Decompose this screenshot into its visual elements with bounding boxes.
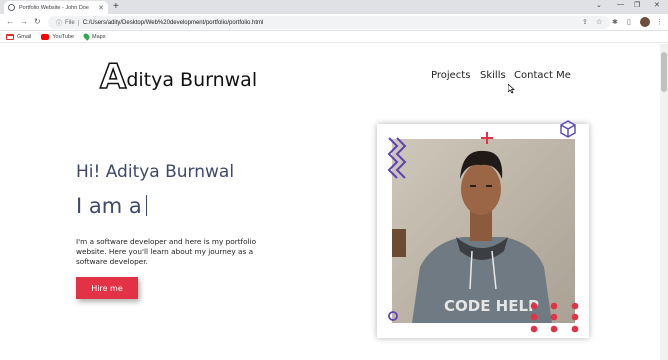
zigzag-decoration-icon — [387, 137, 407, 179]
bookmark-gmail[interactable]: Gmail — [6, 33, 32, 40]
typing-caret — [145, 195, 148, 216]
close-window-icon[interactable]: ✕ — [654, 1, 660, 9]
dots-decoration-icon — [530, 302, 579, 333]
maximize-icon[interactable]: ❐ — [634, 1, 640, 9]
photo-caption: CODE HELP — [444, 297, 539, 315]
bookmark-label: YouTube — [52, 33, 74, 40]
page-scrollbar[interactable] — [660, 44, 668, 360]
reload-icon[interactable]: ↻ — [34, 17, 41, 26]
mouse-cursor-icon — [508, 84, 515, 94]
url-text[interactable]: C:/Users/adity/Desktop/Web%20development… — [83, 20, 264, 26]
gmail-icon — [6, 33, 14, 40]
nav-contact[interactable]: Contact Me — [514, 70, 571, 81]
extensions-icon[interactable]: ✱ — [612, 18, 618, 26]
browser-tab[interactable]: Portfolio Website - John Doe ✕ — [4, 1, 108, 14]
bookmark-label: Gmail — [17, 33, 32, 40]
minimize-icon[interactable]: — — [617, 1, 624, 8]
bookmarks-bar: Gmail YouTube Maps — [0, 31, 668, 43]
hire-me-button[interactable]: Hire me — [76, 277, 138, 299]
site-logo[interactable]: A ditya Burnwal — [99, 57, 258, 97]
plus-decoration-icon — [481, 132, 493, 144]
new-tab-button[interactable]: + — [113, 1, 119, 12]
typed-text: I am a — [76, 194, 142, 218]
nav-skills[interactable]: Skills — [480, 70, 506, 81]
nav-projects[interactable]: Projects — [431, 70, 470, 81]
browser-toolbar: ← → ↻ ⓘ File C:/Users/adity/Desktop/Web%… — [0, 14, 668, 31]
close-tab-icon[interactable]: ✕ — [98, 4, 104, 12]
hero-description: I'm a software developer and here is my … — [76, 237, 257, 266]
logo-text: ditya Burnwal — [126, 69, 258, 91]
hero-typed-text: I am a — [76, 194, 148, 218]
cube-decoration-icon — [560, 120, 576, 138]
tab-title: Portfolio Website - John Doe — [19, 4, 89, 11]
hero-greeting: Hi! Aditya Burnwal — [76, 162, 235, 182]
bookmark-youtube[interactable]: YouTube — [41, 33, 74, 40]
globe-icon — [8, 4, 15, 11]
browser-titlebar: Portfolio Website - John Doe ✕ + ⌄ — ❐ ✕ — [0, 0, 668, 14]
share-icon[interactable]: ⇪ — [582, 18, 588, 26]
profile-photo: CODE HELP — [392, 139, 575, 323]
avatar[interactable] — [640, 17, 650, 27]
chevron-down-icon[interactable]: ⌄ — [596, 1, 602, 9]
bookmark-star-icon[interactable]: ☆ — [596, 18, 602, 26]
info-icon[interactable]: ⓘ — [56, 18, 62, 27]
back-icon[interactable]: ← — [6, 17, 14, 26]
page-content: A ditya Burnwal Projects Skills Contact … — [0, 44, 660, 360]
logo-letter: A — [99, 57, 127, 97]
menu-icon[interactable]: ⋮ — [656, 18, 663, 26]
scrollbar-thumb[interactable] — [661, 52, 667, 92]
maps-pin-icon — [82, 32, 91, 41]
file-label: File — [65, 19, 79, 26]
bookmark-maps[interactable]: Maps — [82, 32, 106, 41]
address-bar[interactable]: ⓘ File C:/Users/adity/Desktop/Web%20deve… — [48, 16, 610, 29]
sidepanel-icon[interactable]: ▯ — [627, 18, 631, 26]
circle-decoration-icon — [388, 311, 398, 321]
forward-icon[interactable]: → — [20, 17, 28, 26]
bookmark-label: Maps — [92, 33, 106, 40]
profile-photo-card: CODE HELP — [377, 120, 589, 338]
youtube-icon — [41, 33, 50, 40]
